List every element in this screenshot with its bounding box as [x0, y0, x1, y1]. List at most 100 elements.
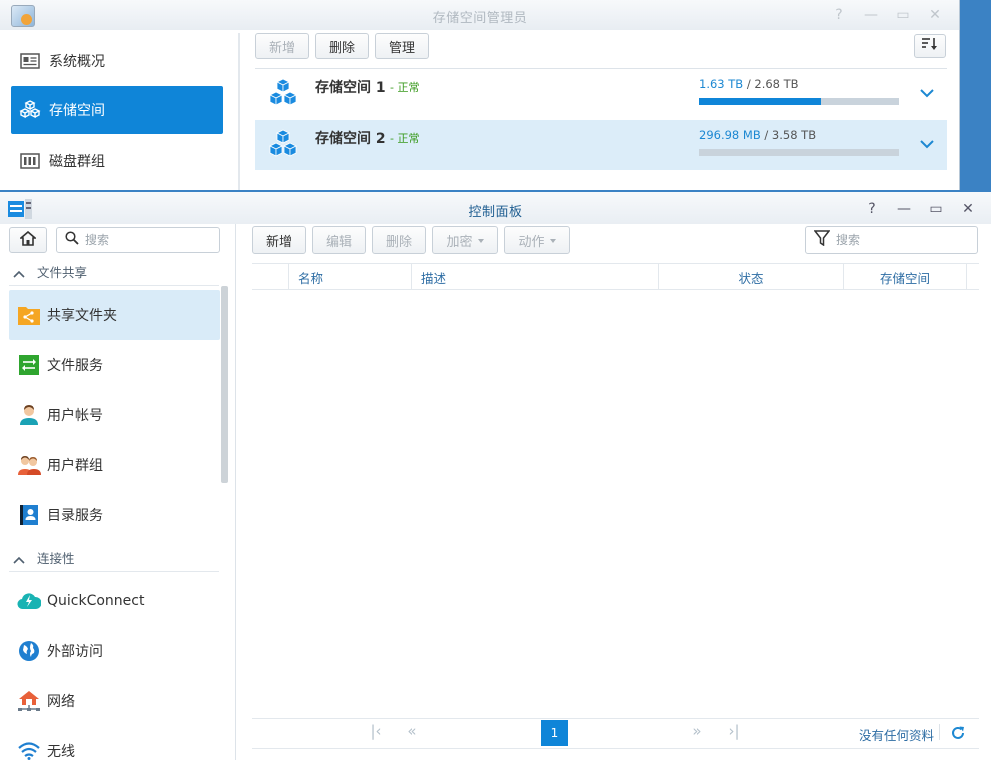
storage-cubes-icon	[266, 78, 300, 112]
sidebar-item-label: 外部访问	[47, 644, 103, 660]
sidebar-item-quickconnect[interactable]: QuickConnect	[9, 576, 220, 626]
volume-row[interactable]: 存储空间 2 - 正常 296.98 MB / 3.58 TB	[255, 120, 947, 170]
storage-cubes-icon	[266, 129, 300, 163]
sidebar-item-storage[interactable]: 存储空间	[11, 86, 223, 134]
sidebar-item-overview[interactable]: 系统概况	[11, 37, 223, 85]
chevron-down-icon[interactable]	[919, 137, 935, 151]
maximize-icon[interactable]: ▭	[925, 198, 947, 220]
sidebar-item-label: 共享文件夹	[47, 308, 117, 324]
directory-icon	[17, 503, 41, 527]
quickconnect-icon	[17, 589, 41, 613]
sidebar-item-label: 磁盘群组	[49, 154, 105, 170]
caret-down-icon	[477, 239, 484, 243]
delete-volume-button[interactable]: 删除	[315, 33, 369, 59]
category-label: 文件共享	[37, 265, 88, 280]
column-description[interactable]: 描述	[411, 264, 658, 290]
close-icon[interactable]: ✕	[957, 198, 979, 220]
help-icon[interactable]: ?	[861, 198, 883, 220]
current-page-button[interactable]: 1	[541, 720, 568, 746]
pager-bottom-divider	[252, 748, 979, 749]
encrypt-dropdown[interactable]: 加密	[432, 226, 498, 254]
user-icon	[17, 403, 41, 427]
sidebar-item-file-services[interactable]: 文件服务	[9, 340, 220, 390]
category-label: 连接性	[37, 551, 75, 566]
chevron-up-icon	[13, 267, 25, 278]
volume-row[interactable]: 存储空间 1 - 正常 1.63 TB / 2.68 TB	[255, 69, 947, 119]
volume-total: / 2.68 TB	[743, 77, 799, 91]
disk-group-icon	[19, 152, 41, 170]
column-spacer	[966, 264, 979, 290]
pager-separator	[939, 724, 940, 740]
volume-status: - 正常	[390, 81, 420, 94]
sidebar-item-external-access[interactable]: 外部访问	[9, 626, 220, 676]
file-services-icon	[17, 353, 41, 377]
sidebar-search-field[interactable]	[56, 227, 220, 253]
volume-total: / 3.58 TB	[760, 128, 817, 142]
sidebar-item-directory-service[interactable]: 目录服务	[9, 490, 220, 540]
sidebar-item-label: 用户群组	[47, 458, 103, 474]
create-volume-button[interactable]: 新增	[255, 33, 309, 59]
network-icon	[17, 689, 41, 713]
chevron-up-icon	[13, 553, 25, 564]
home-icon	[18, 230, 38, 250]
table-header: 名称 描述 状态 存储空间	[252, 263, 979, 290]
filter-input[interactable]	[836, 233, 966, 247]
storage-manager-sidebar: 系统概况 存储空间 磁盘群组	[0, 30, 237, 192]
sidebar-item-label: 存储空间	[49, 103, 105, 119]
usage-bar-fill	[699, 98, 821, 105]
manage-volume-button[interactable]: 管理	[375, 33, 429, 59]
category-connectivity[interactable]: 连接性	[9, 544, 219, 572]
storage-manager-window: 存储空间管理员 ? — ▭ ✕ 系统概况 存储空间 磁盘群组 新增 删除 管理 …	[0, 0, 960, 192]
sidebar-item-label: 网络	[47, 694, 75, 710]
delete-button[interactable]: 删除	[372, 226, 426, 254]
sidebar-item-disk-group[interactable]: 磁盘群组	[11, 137, 223, 185]
control-panel-titlebar[interactable]: 控制面板 ? — ▭ ✕	[0, 192, 991, 224]
filter-field[interactable]	[805, 226, 978, 254]
minimize-icon[interactable]: —	[860, 4, 882, 26]
sidebar-item-user-group[interactable]: 用户群组	[9, 440, 220, 490]
sidebar-search-input[interactable]	[85, 233, 205, 247]
sidebar-item-label: 文件服务	[47, 358, 103, 374]
first-page-icon[interactable]: |‹	[366, 721, 386, 741]
action-dropdown[interactable]: 动作	[504, 226, 570, 254]
shared-folder-icon	[17, 303, 41, 327]
no-data-label: 没有任何资料	[859, 728, 935, 743]
maximize-icon[interactable]: ▭	[892, 4, 914, 26]
help-icon[interactable]: ?	[828, 4, 850, 26]
volume-name: 存储空间 2	[315, 131, 386, 147]
refresh-icon[interactable]	[950, 725, 966, 741]
column-status[interactable]: 状态	[658, 264, 843, 290]
sidebar-item-user-account[interactable]: 用户帐号	[9, 390, 220, 440]
category-file-sharing[interactable]: 文件共享	[9, 258, 219, 286]
next-page-icon[interactable]: »	[687, 721, 707, 741]
pager-divider	[252, 718, 979, 719]
filter-icon	[813, 230, 831, 250]
usage-bar	[699, 149, 899, 156]
minimize-icon[interactable]: —	[893, 198, 915, 220]
close-icon[interactable]: ✕	[924, 4, 946, 26]
sidebar-scrollbar[interactable]	[221, 286, 228, 483]
column-name[interactable]: 名称	[288, 264, 411, 290]
volume-used: 296.98 MB	[699, 128, 761, 142]
storage-manager-titlebar[interactable]: 存储空间管理员 ? — ▭ ✕	[0, 0, 959, 30]
chevron-down-icon[interactable]	[919, 86, 935, 100]
sidebar-item-shared-folder[interactable]: 共享文件夹	[9, 290, 220, 340]
sort-icon	[921, 37, 939, 55]
globe-icon	[17, 639, 41, 663]
sidebar-item-wireless[interactable]: 无线	[9, 726, 220, 760]
column-volume[interactable]: 存储空间	[843, 264, 966, 290]
home-button[interactable]	[9, 227, 47, 253]
sort-button[interactable]	[914, 34, 946, 58]
sidebar-item-network[interactable]: 网络	[9, 676, 220, 726]
action-label: 动作	[518, 234, 545, 250]
caret-down-icon	[549, 239, 556, 243]
create-button[interactable]: 新增	[252, 226, 306, 254]
storage-manager-title: 存储空间管理员	[432, 11, 528, 26]
volume-status: - 正常	[390, 132, 420, 145]
sidebar-item-label: QuickConnect	[47, 593, 145, 609]
edit-button[interactable]: 编辑	[312, 226, 366, 254]
volume-name: 存储空间 1	[315, 80, 386, 96]
last-page-icon[interactable]: ›|	[724, 721, 744, 741]
previous-page-icon[interactable]: «	[402, 721, 422, 741]
search-icon	[65, 231, 79, 249]
